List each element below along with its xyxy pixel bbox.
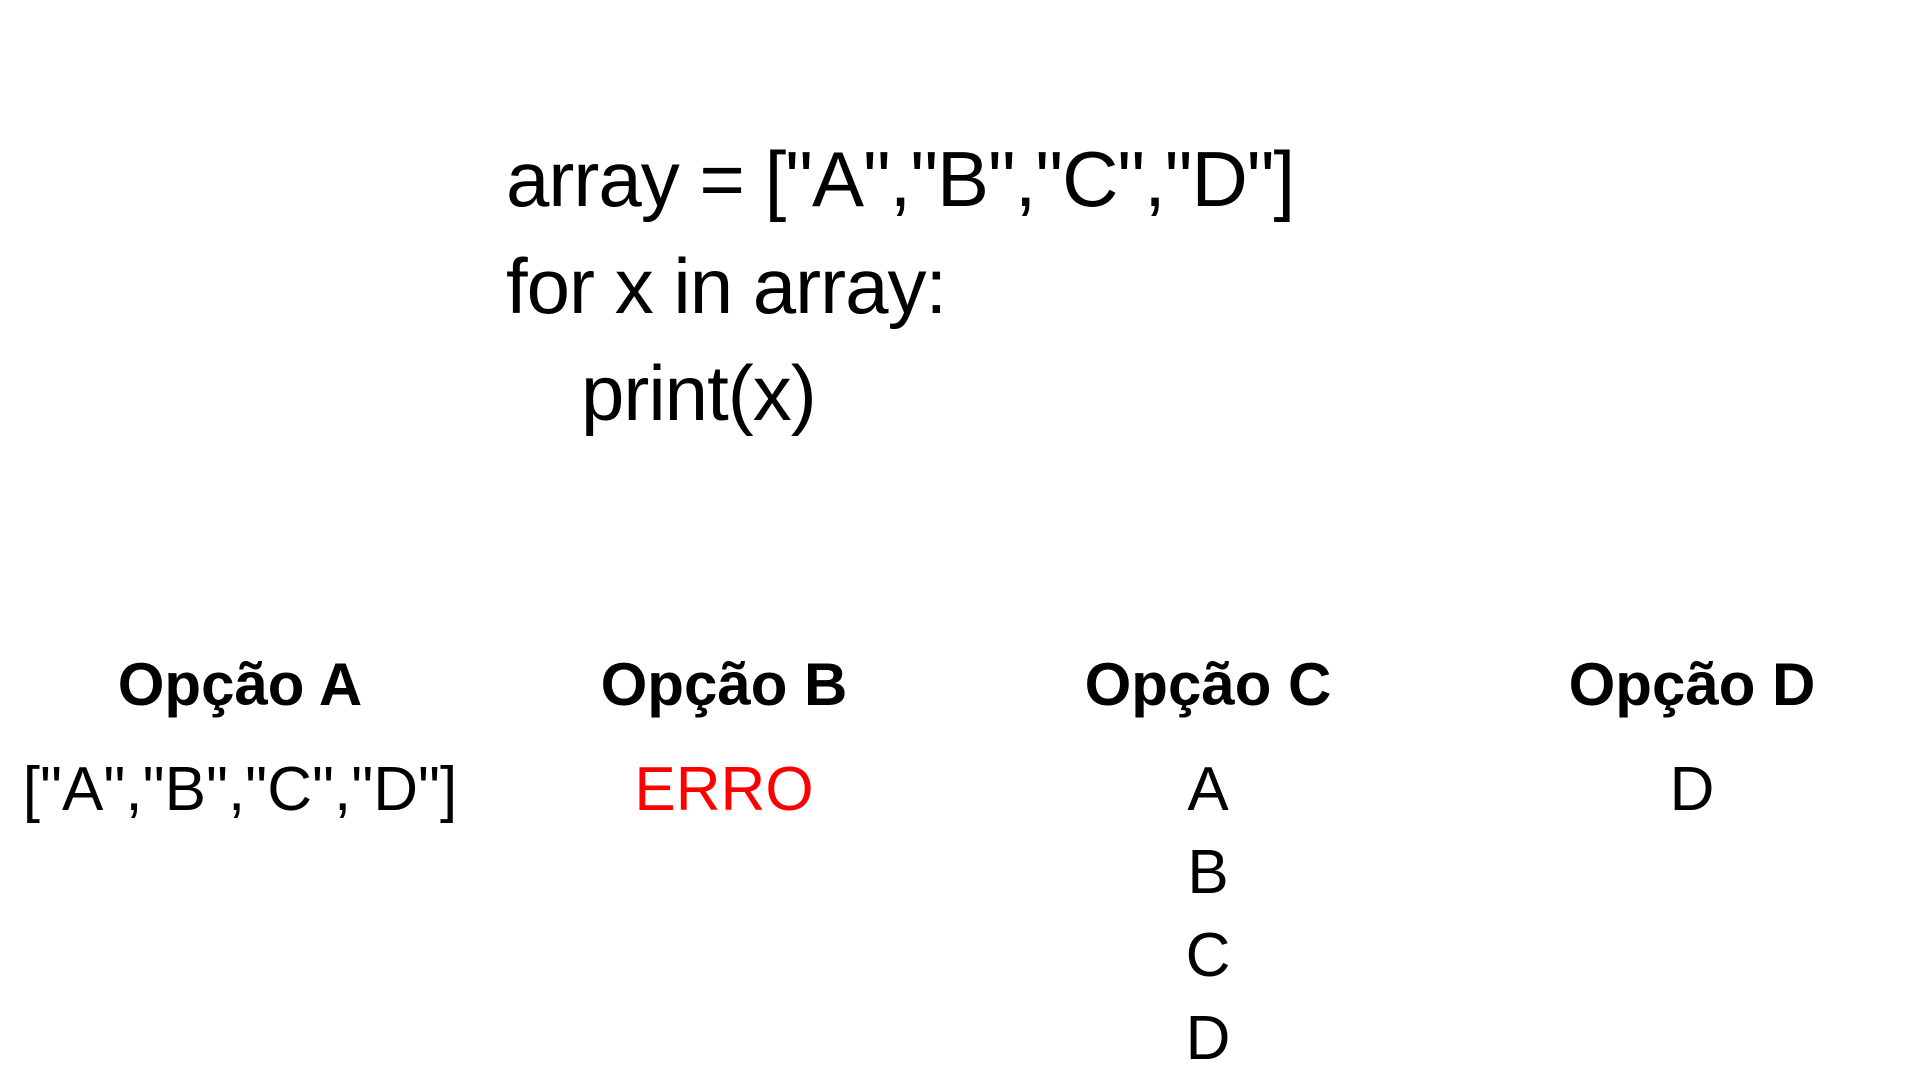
option-d-answer: D	[1452, 748, 1920, 831]
option-d-line: D	[1669, 755, 1715, 824]
option-b[interactable]: Opção B ERRO	[484, 650, 964, 831]
option-a-line: ["A","B","C","D"]	[22, 755, 458, 824]
option-c-line: D	[1185, 1004, 1231, 1073]
option-c-line: C	[1185, 921, 1231, 990]
option-b-line: ERRO	[634, 755, 814, 824]
option-c[interactable]: Opção C A B C D	[968, 650, 1448, 1080]
code-snippet: array = ["A","B","C","D"] for x in array…	[506, 126, 1295, 447]
option-a-title: Opção A	[117, 651, 363, 718]
option-c-line: A	[1187, 755, 1229, 824]
answer-options: Opção A ["A","B","C","D"] Opção B ERRO O…	[0, 650, 1920, 1080]
code-line-array: array = ["A","B","C","D"]	[506, 135, 1295, 223]
option-c-line: B	[1187, 838, 1229, 907]
option-b-title: Opção B	[600, 651, 848, 718]
option-d[interactable]: Opção D D	[1452, 650, 1920, 831]
option-a-answer: ["A","B","C","D"]	[0, 748, 480, 831]
option-d-title: Opção D	[1568, 651, 1816, 718]
option-a[interactable]: Opção A ["A","B","C","D"]	[0, 650, 480, 831]
option-c-title: Opção C	[1084, 651, 1332, 718]
option-c-answer: A B C D	[968, 748, 1448, 1080]
code-line-for: for x in array:	[506, 242, 947, 330]
option-b-answer: ERRO	[484, 748, 964, 831]
code-line-print: print(x)	[581, 349, 817, 437]
